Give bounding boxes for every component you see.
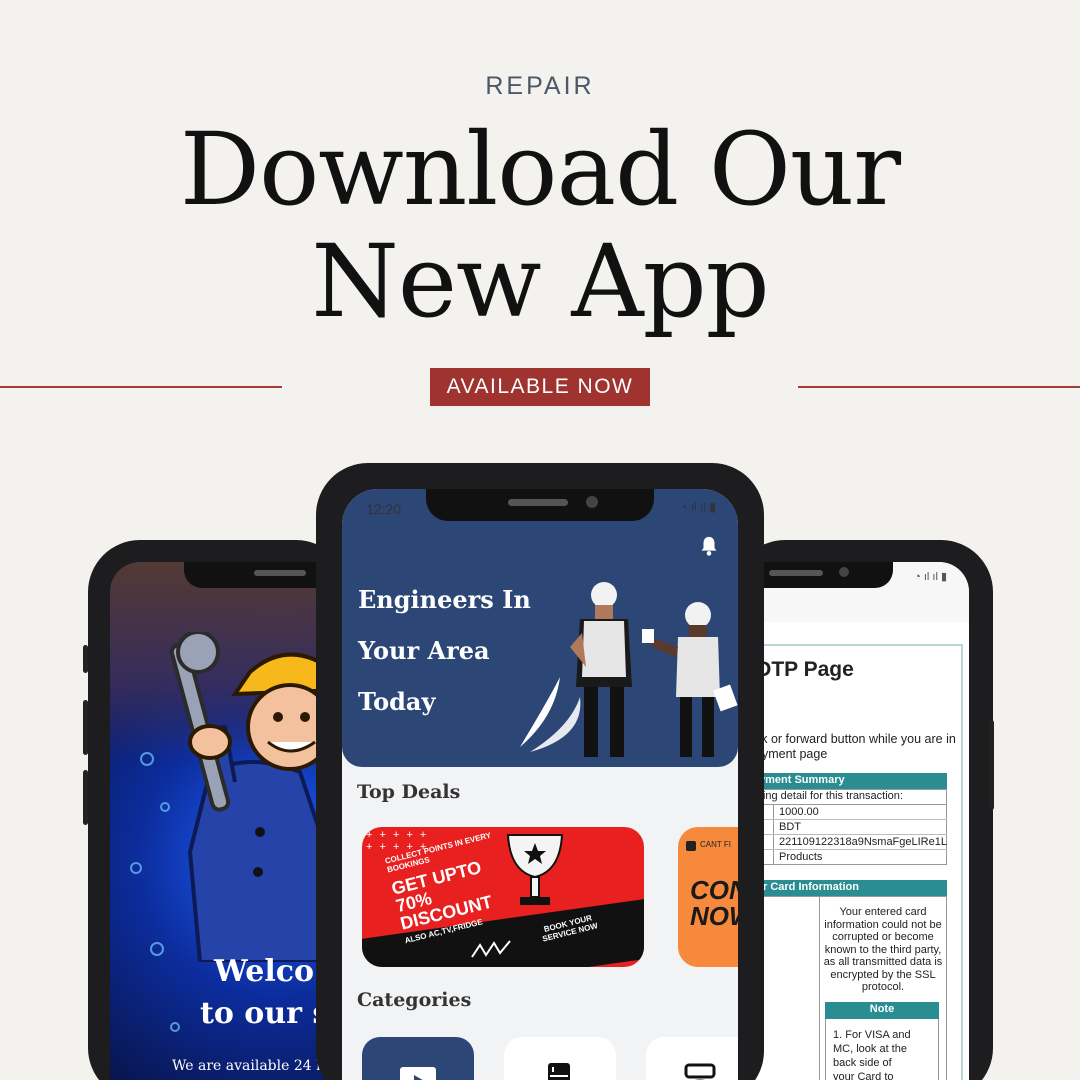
card-info-text-line: information could not be — [824, 918, 942, 931]
card-info-header: r Card Information — [733, 880, 947, 896]
card-info-text-line: corrupted or become — [832, 931, 934, 943]
table-divider — [733, 819, 947, 820]
deal-card-contact[interactable]: CANT FI CON NOW — [678, 827, 738, 967]
bell-icon[interactable] — [698, 535, 720, 557]
card-info-text-line: known to the third party, — [824, 943, 942, 956]
camera — [586, 496, 598, 508]
card-info-text-line: protocol. — [861, 981, 905, 993]
headline-line-2: New App — [311, 223, 769, 340]
status-icons: ◔ ıl ıl ▮ — [680, 500, 716, 514]
table-divider — [733, 804, 947, 805]
deal-card-discount[interactable]: + + + + + + + + + + COLLECT POINTS IN EVE… — [362, 827, 644, 967]
available-now-badge[interactable]: AVAILABLE NOW — [430, 368, 650, 406]
status-time: 12:20 — [366, 501, 402, 517]
otp-page-title: OTP Page — [755, 658, 854, 681]
phone-left: Welco to our st We are available 24 h — [83, 540, 348, 1080]
note-text-line: 1. For VISA and — [833, 1029, 911, 1041]
side-button — [83, 645, 88, 673]
card-info-text-line: Your entered card — [839, 906, 927, 918]
top-deals-title: Top Deals — [357, 781, 461, 803]
card-info-text: Your entered card information could not b… — [819, 906, 947, 994]
availability-text: We are available 24 h — [172, 1058, 326, 1074]
note-header: Note — [825, 1002, 939, 1019]
center-screen: 12:20 ◔ ıl ıl ▮ Engineers In Your Area T… — [342, 489, 738, 1080]
hero-line-2: Your Area — [358, 636, 490, 665]
speaker — [254, 570, 306, 576]
table-divider — [733, 849, 947, 850]
deal2-big-text-1: CON — [690, 875, 738, 905]
right-screen: ◔ ıl ıl ▮ OTP Page ck or forward button … — [733, 562, 969, 1080]
hero-banner: 12:20 ◔ ıl ıl ▮ Engineers In Your Area T… — [342, 489, 738, 767]
note-text-line: MC, look at the — [833, 1043, 907, 1055]
side-button — [989, 720, 994, 810]
phone-center: 12:20 ◔ ıl ıl ▮ Engineers In Your Area T… — [316, 463, 764, 1080]
warning-line-1: ck or forward button while you are in — [755, 732, 956, 746]
side-button — [83, 700, 88, 755]
left-screen: Welco to our st We are available 24 h — [110, 562, 348, 1080]
headline-line-1: Download Our — [179, 111, 901, 228]
divider-left — [0, 386, 282, 388]
currency-value: BDT — [779, 821, 801, 833]
table-divider — [733, 834, 947, 835]
eyebrow-label: REPAIR — [485, 72, 595, 100]
card-info-text-line: as all transmitted data is — [823, 956, 943, 968]
transaction-id-value: 221109122318a9NsmaFgeLIRe1L — [779, 836, 947, 848]
phone-right: ◔ ıl ıl ▮ OTP Page ck or forward button … — [733, 540, 994, 1080]
trophy-icon — [506, 834, 564, 905]
category-fridge[interactable] — [504, 1037, 616, 1080]
payment-summary-header: yment Summary — [733, 773, 947, 789]
card-info-text-line: encrypted by the SSL — [830, 968, 936, 981]
category-ac[interactable] — [646, 1037, 738, 1080]
ac-icon — [684, 1063, 716, 1080]
hero-line-3: Today — [358, 687, 436, 716]
fridge-icon — [548, 1063, 570, 1080]
speaker — [769, 570, 823, 576]
search-icon — [686, 841, 696, 851]
deal2-big-text-2: NOW — [690, 901, 738, 931]
status-icons: ◔ ıl ıl ▮ — [914, 571, 947, 583]
camera — [839, 567, 849, 577]
warning-line-2: ayment page — [755, 747, 828, 761]
note-text: 1. For VISA and MC, look at the back side … — [833, 1028, 933, 1080]
engineers-illustration — [520, 582, 738, 757]
arrow-scribble-icon — [471, 940, 511, 958]
category-video[interactable] — [362, 1037, 474, 1080]
divider-right — [798, 386, 1080, 388]
welcome-line-1: Welco — [214, 954, 315, 989]
side-button — [83, 770, 88, 825]
summary-subtitle: wing detail for this transaction: — [755, 790, 903, 802]
amount-value: 1000.00 — [779, 806, 819, 818]
categories-title: Categories — [357, 989, 472, 1011]
deal2-tag: CANT FI — [700, 840, 731, 849]
play-icon — [400, 1067, 436, 1080]
bokeh-circle — [170, 1022, 180, 1032]
note-text-line: your Card to — [833, 1071, 894, 1080]
speaker — [508, 499, 568, 506]
product-value: Products — [779, 851, 823, 863]
note-text-line: back side of — [833, 1057, 892, 1069]
center-notch — [426, 489, 654, 521]
hero-line-1: Engineers In — [358, 585, 531, 614]
